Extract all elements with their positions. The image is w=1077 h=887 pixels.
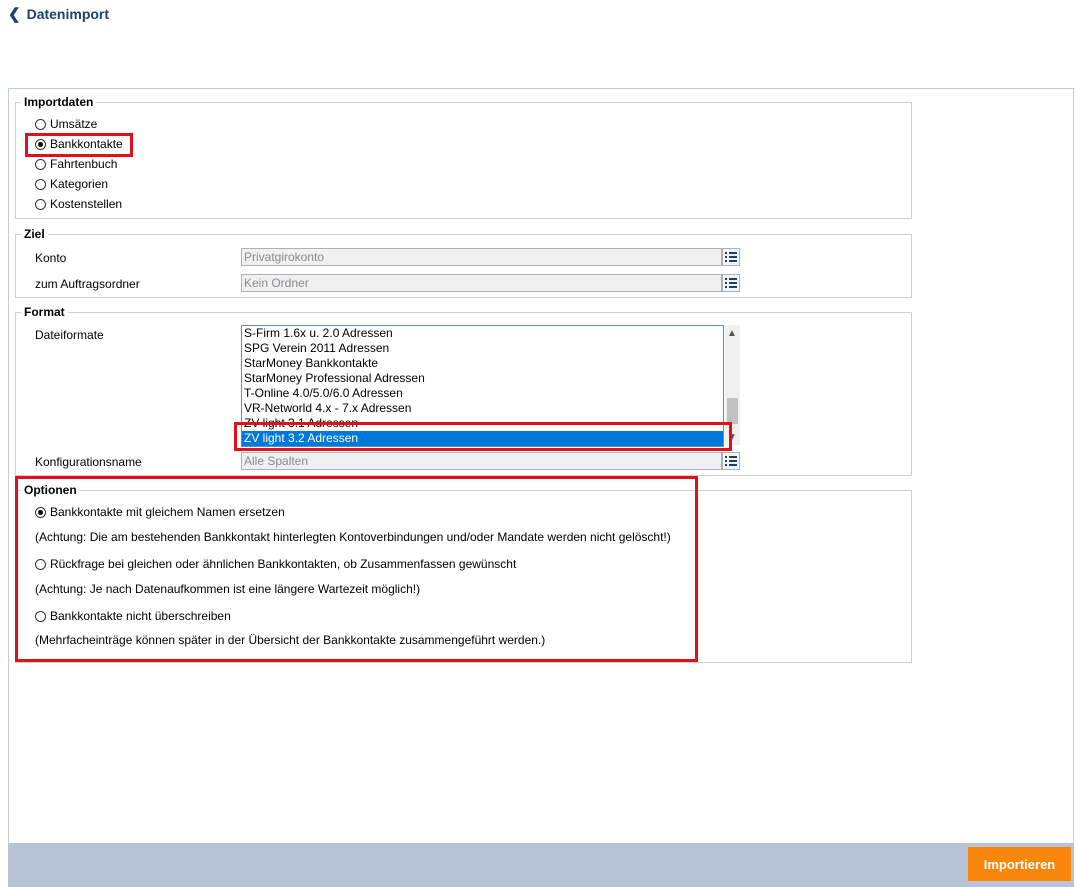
- option-note: (Mehrfacheinträge können später in der Ü…: [35, 633, 546, 647]
- radio-button-checked-icon: [35, 138, 46, 150]
- radio-button-icon: [35, 198, 46, 210]
- radio-button-checked-icon: [35, 506, 46, 518]
- radio-button-icon: [35, 118, 46, 130]
- list-item[interactable]: StarMoney Bankkontakte: [242, 356, 723, 371]
- scroll-up-icon[interactable]: ▲: [725, 328, 739, 339]
- radio-option-ersetzen[interactable]: Bankkontakte mit gleichem Namen ersetzen: [35, 505, 285, 519]
- list-item[interactable]: T-Online 4.0/5.0/6.0 Adressen: [242, 386, 723, 401]
- auftragsordner-field[interactable]: Kein Ordner: [241, 274, 722, 292]
- list-item[interactable]: SPG Verein 2011 Adressen: [242, 341, 723, 356]
- import-button[interactable]: Importieren: [968, 847, 1071, 881]
- konfigurationsname-label: Konfigurationsname: [35, 455, 142, 469]
- scroll-down-icon[interactable]: ▼: [725, 432, 739, 443]
- radio-umsaetze[interactable]: Umsätze: [35, 117, 97, 131]
- list-icon: [725, 278, 737, 280]
- list-item[interactable]: StarMoney Professional Adressen: [242, 371, 723, 386]
- konfigurationsname-list-button[interactable]: [722, 452, 740, 470]
- auftragsordner-label: zum Auftragsordner: [35, 277, 140, 291]
- list-icon: [725, 252, 737, 254]
- auftragsordner-list-button[interactable]: [722, 274, 740, 292]
- ziel-legend: Ziel: [21, 227, 48, 241]
- optionen-legend: Optionen: [21, 483, 80, 497]
- dateiformate-listbox[interactable]: S-Firm 1.6x u. 2.0 Adressen SPG Verein 2…: [241, 325, 724, 447]
- scrollbar-thumb[interactable]: [727, 398, 738, 424]
- konto-list-button[interactable]: [722, 248, 740, 266]
- konto-field[interactable]: Privatgirokonto: [241, 248, 722, 266]
- list-icon: [725, 456, 737, 458]
- page-title: Datenimport: [26, 6, 110, 22]
- listbox-scrollbar[interactable]: [725, 325, 740, 445]
- option-note: (Achtung: Die am bestehenden Bankkontakt…: [35, 530, 671, 544]
- radio-kostenstellen[interactable]: Kostenstellen: [35, 197, 122, 211]
- back-link[interactable]: ❮ Datenimport: [8, 4, 109, 24]
- radio-kategorien[interactable]: Kategorien: [35, 177, 108, 191]
- chevron-left-icon: ❮: [8, 5, 21, 23]
- list-item[interactable]: VR-Networld 4.x - 7.x Adressen: [242, 401, 723, 416]
- list-item[interactable]: ZV light 3.1 Adressen: [242, 416, 723, 431]
- list-item-selected[interactable]: ZV light 3.2 Adressen: [242, 431, 723, 446]
- radio-button-icon: [35, 558, 46, 570]
- radio-bankkontakte[interactable]: Bankkontakte: [35, 137, 123, 151]
- importdaten-group: Importdaten: [15, 95, 912, 219]
- format-legend: Format: [21, 305, 68, 319]
- radio-button-icon: [35, 158, 46, 170]
- option-note: (Achtung: Je nach Datenaufkommen ist ein…: [35, 582, 421, 596]
- radio-option-rueckfrage[interactable]: Rückfrage bei gleichen oder ähnlichen Ba…: [35, 557, 516, 571]
- konto-label: Konto: [35, 251, 67, 265]
- footer-bar: Importieren: [8, 843, 1074, 887]
- list-item[interactable]: S-Firm 1.6x u. 2.0 Adressen: [242, 326, 723, 341]
- radio-option-nicht-ueberschreiben[interactable]: Bankkontakte nicht überschreiben: [35, 609, 231, 623]
- dateiformate-label: Dateiformate: [35, 328, 104, 342]
- importdaten-legend: Importdaten: [21, 95, 97, 109]
- radio-button-icon: [35, 610, 46, 622]
- radio-button-icon: [35, 178, 46, 190]
- radio-fahrtenbuch[interactable]: Fahrtenbuch: [35, 157, 117, 171]
- konfigurationsname-field[interactable]: Alle Spalten: [241, 452, 722, 470]
